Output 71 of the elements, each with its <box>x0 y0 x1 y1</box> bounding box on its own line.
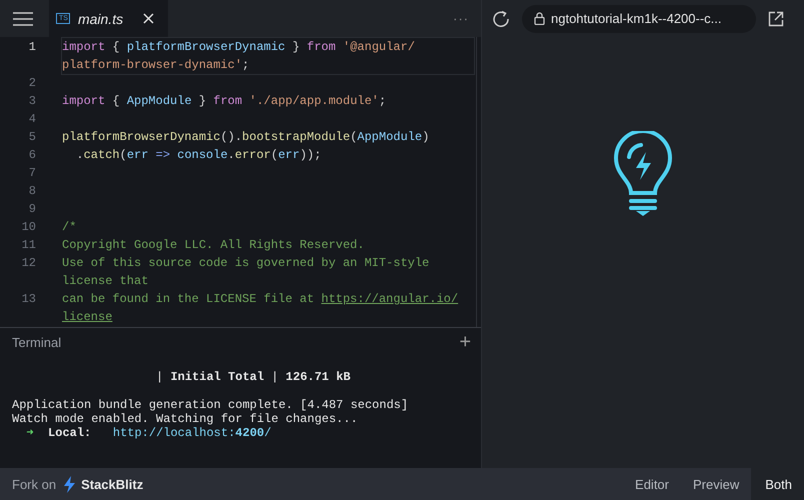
line-number: 7 <box>28 165 36 182</box>
lock-icon <box>534 12 545 25</box>
line-number: 6 <box>28 147 36 164</box>
address-bar[interactable]: ngtohtutorial-km1k--4200--c... <box>522 4 756 32</box>
code-comment: Copyright Google LLC. All Rights Reserved. <box>62 238 364 252</box>
code-punctuation: . <box>228 148 235 162</box>
lightning-bolt-icon <box>64 476 76 492</box>
line-number: 10 <box>20 219 36 236</box>
line-number: 12 <box>20 255 36 272</box>
line-number: 5 <box>28 129 36 146</box>
code-punctuation: ; <box>378 94 386 108</box>
line-number: 9 <box>28 201 36 218</box>
line-number: 4 <box>28 111 36 128</box>
open-external-icon[interactable] <box>768 10 784 26</box>
code-operator: => <box>154 148 172 162</box>
arrow-icon: ➜ <box>12 426 34 440</box>
terminal-title: Terminal <box>12 334 62 350</box>
menu-icon[interactable] <box>12 12 34 26</box>
code-punctuation: } <box>291 40 301 54</box>
terminal-text: Local: <box>47 426 92 440</box>
code-punctuation: { <box>111 40 121 54</box>
reload-icon[interactable] <box>492 10 510 28</box>
line-number: 1 <box>28 39 36 56</box>
view-toggle-button[interactable]: Preview <box>681 468 752 500</box>
code-punctuation: ( <box>270 148 278 162</box>
code-comment: can be found in the LICENSE file at <box>62 292 316 306</box>
code-identifier: err <box>278 148 300 162</box>
line-number: 13 <box>20 291 36 308</box>
code-punctuation: ) <box>422 130 430 144</box>
code-keyword: from <box>213 94 242 108</box>
code-identifier: AppModule <box>357 130 422 144</box>
add-terminal-button[interactable]: + <box>459 332 471 352</box>
code-keyword: import <box>62 40 106 54</box>
line-number: 3 <box>28 93 36 110</box>
code-identifier: err <box>126 148 148 162</box>
code-punctuation: (). <box>220 130 242 144</box>
code-keyword: import <box>62 94 106 108</box>
line-number: 8 <box>28 183 36 200</box>
view-toggle-button[interactable]: Editor <box>623 468 681 500</box>
code-string: platform-browser-dynamic' <box>62 58 242 72</box>
terminal-text: Watch mode enabled. Watching for file changes... <box>12 412 358 426</box>
code-keyword: from <box>306 40 336 54</box>
fork-label: Fork on <box>12 476 56 492</box>
code-identifier: AppModule <box>126 94 192 108</box>
code-punctuation: ( <box>120 148 127 162</box>
view-toggle-button[interactable]: Both <box>751 468 804 500</box>
code-punctuation: )); <box>300 148 322 162</box>
code-punctuation: . <box>75 148 84 162</box>
code-comment: Use of this source code is governed by an MIT-style <box>62 256 430 270</box>
code-comment: license that <box>62 274 148 288</box>
code-punctuation: ( <box>350 130 358 144</box>
code-string: './app/app.module' <box>248 94 379 108</box>
brand-name[interactable]: StackBlitz <box>81 476 144 492</box>
code-comment: /* <box>62 220 76 234</box>
more-button[interactable]: ··· <box>441 0 481 37</box>
code-function: bootstrapModule <box>242 130 350 144</box>
code-string: '@angular/ <box>342 40 415 54</box>
code-function: platformBrowserDynamic <box>62 130 220 144</box>
line-number: 2 <box>28 75 36 92</box>
code-identifier: console <box>177 148 228 162</box>
code-function: error <box>234 148 271 162</box>
code-function: catch <box>84 148 120 162</box>
lightbulb-icon <box>614 131 672 217</box>
code-identifier: platformBrowserDynamic <box>126 40 286 54</box>
terminal-text: | Initial Total | 126.71 kB <box>155 370 350 384</box>
line-number: 11 <box>20 237 36 254</box>
terminal-text: Application bundle generation complete. [4.487 seconds] <box>12 398 408 412</box>
code-punctuation: { <box>111 94 121 108</box>
close-icon[interactable] <box>143 13 154 24</box>
code-punctuation: ; <box>242 58 250 72</box>
code-punctuation: } <box>198 94 208 108</box>
